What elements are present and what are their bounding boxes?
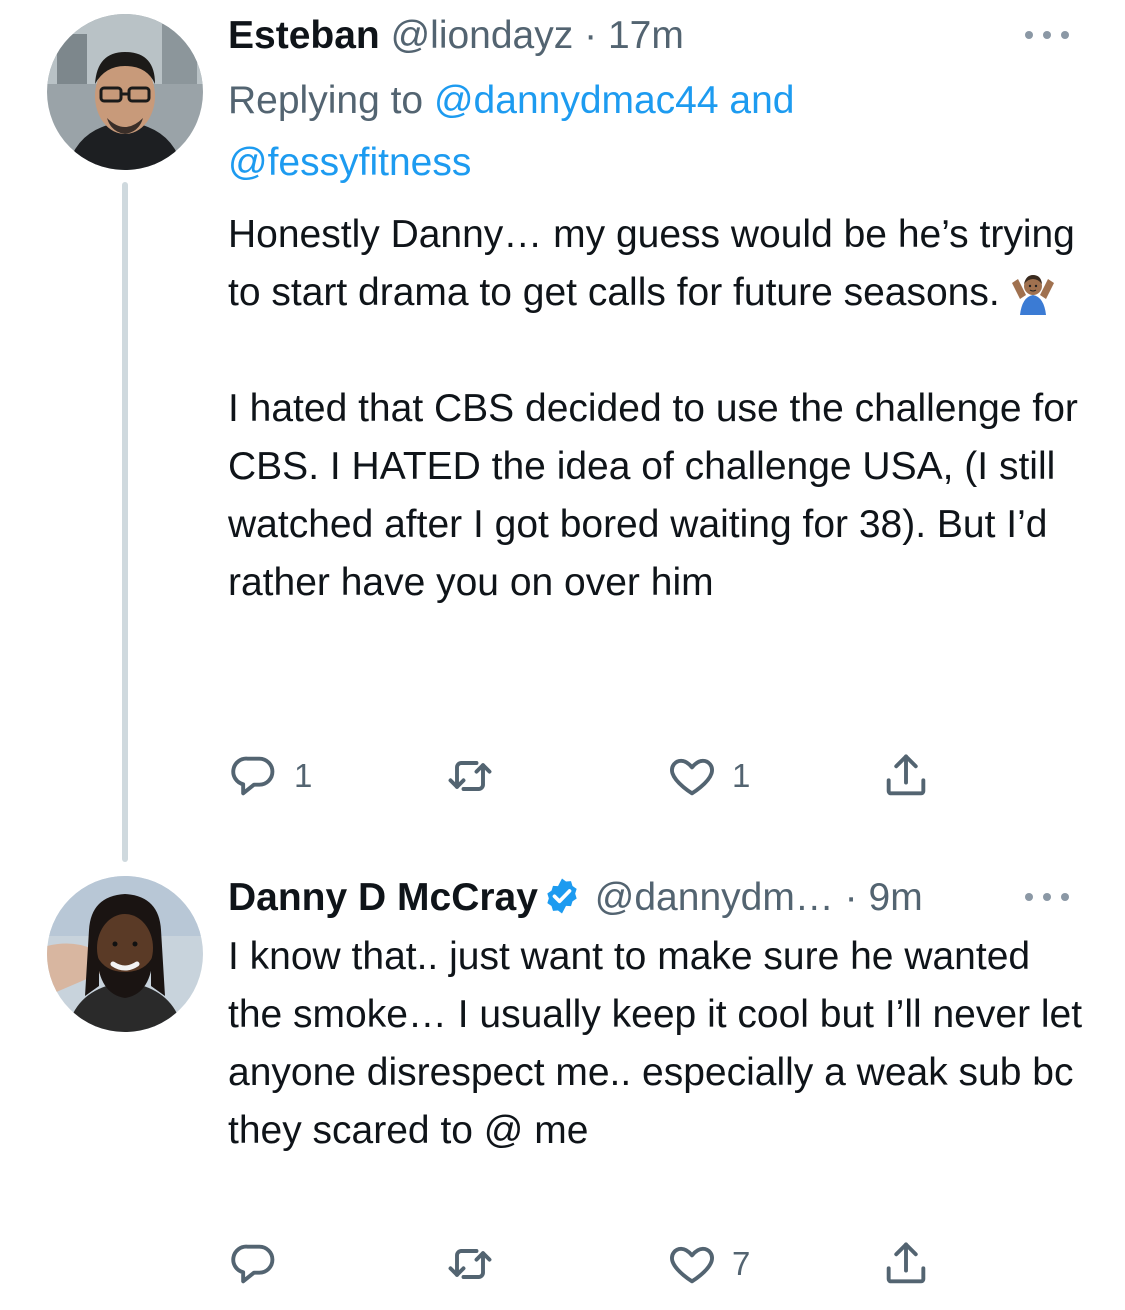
reply-button[interactable] [228,1236,294,1292]
reply-count: 1 [294,757,313,794]
like-button[interactable]: 7 [666,1236,750,1292]
reply-icon [231,756,275,796]
heart-icon [670,758,714,796]
tweet-header: Danny D McCray @dannydm… · 9m [228,872,1005,924]
replying-to: Replying to @dannydmac44 and @fessyfitne… [228,70,1008,194]
tweet-text-part2: I hated that CBS decided to use the chal… [228,387,1078,604]
retweet-icon [448,1249,492,1279]
like-count: 7 [732,1245,751,1282]
author-name[interactable]: Esteban [228,14,380,57]
share-button[interactable] [880,1236,932,1292]
verified-badge-icon [547,878,577,914]
timestamp[interactable]: 17m [608,14,684,57]
like-count: 1 [732,757,751,794]
replying-prefix: Replying to [228,79,424,122]
avatar-man-beard-icon [47,876,203,1032]
avatar-man-glasses-icon [47,14,203,170]
more-icon[interactable] [1025,890,1069,904]
more-icon[interactable] [1025,28,1069,42]
person-shrugging-emoji-icon [1008,269,1058,315]
separator-dot: · [584,14,598,57]
avatar[interactable] [47,876,203,1032]
reply-button[interactable]: 1 [228,748,312,804]
tweet-text: Honestly Danny… my guess would be he’s t… [228,206,1088,612]
timestamp[interactable]: 9m [869,876,923,919]
tweet-esteban[interactable]: Esteban @liondayz · 17m Replying to @dan… [0,0,1125,862]
replying-joiner[interactable]: and [729,79,794,122]
separator-dot: · [844,876,858,919]
reply-icon [231,1244,275,1284]
heart-icon [670,1246,714,1284]
tweet-danny[interactable]: Danny D McCray @dannydm… · 9m I know tha… [0,862,1125,1310]
mention-link[interactable]: @dannydmac44 [434,79,719,122]
action-bar: 1 1 [228,748,988,804]
retweet-button[interactable] [444,1236,510,1292]
author-handle[interactable]: @liondayz [391,14,574,57]
action-bar: 7 [228,1236,988,1292]
tweet-text-part1: Honestly Danny… my guess would be he’s t… [228,213,1086,314]
share-icon [886,1242,926,1284]
tweet-header: Esteban @liondayz · 17m [228,10,1005,62]
like-button[interactable]: 1 [666,748,750,804]
avatar[interactable] [47,14,203,170]
retweet-button[interactable] [444,748,510,804]
mention-link[interactable]: @fessyfitness [228,141,471,184]
thread-connector-line [122,182,128,862]
share-icon [886,754,926,796]
tweet-text: I know that.. just want to make sure he … [228,935,1093,1152]
share-button[interactable] [880,748,932,804]
author-handle[interactable]: @dannydm… [595,876,834,919]
retweet-icon [448,761,492,791]
author-name[interactable]: Danny D McCray [228,876,538,919]
